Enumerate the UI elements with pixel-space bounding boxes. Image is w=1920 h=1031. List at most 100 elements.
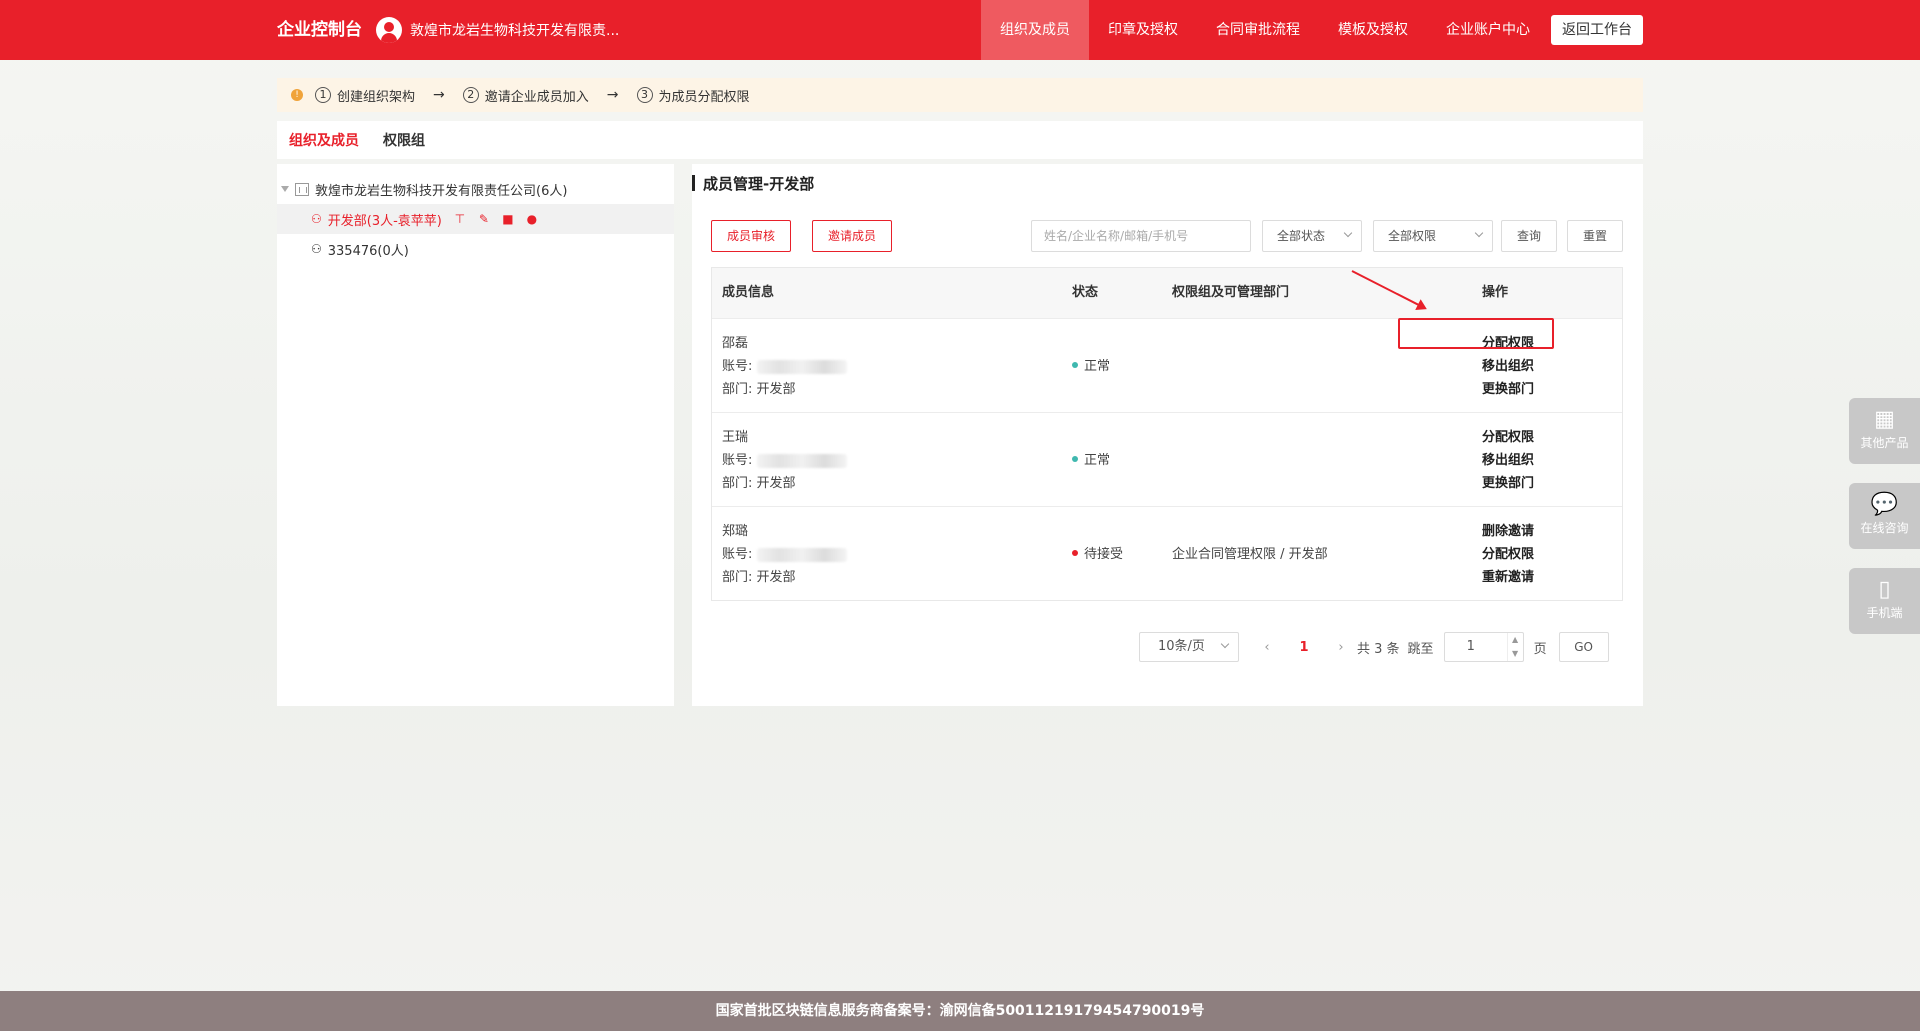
page-number-current[interactable]: 1	[1289, 640, 1319, 655]
tree-node-label: 开发部(3人-袁苹苹)	[327, 213, 442, 229]
back-to-workbench-button[interactable]: 返回工作台	[1551, 15, 1643, 45]
member-name: 王瑞	[722, 430, 749, 445]
member-dept: 部门: 开发部	[722, 566, 847, 589]
page-size-value: 10条/页	[1158, 639, 1205, 654]
col-status: 状态	[1072, 285, 1099, 300]
permission-text: 企业合同管理权限 / 开发部	[1172, 547, 1328, 562]
stepper-icon[interactable]: ▲ ▼	[1506, 633, 1523, 661]
dept-label: 部门:	[722, 570, 753, 585]
nav-account-center[interactable]: 企业账户中心	[1427, 0, 1549, 60]
float-label: 其他产品	[1860, 436, 1909, 450]
online-consult-button[interactable]: 💬 在线咨询	[1849, 483, 1920, 549]
status-select[interactable]: 全部状态	[1262, 220, 1362, 252]
tree-node-label: 335476(0人)	[327, 243, 409, 259]
user-icon[interactable]: ●	[524, 212, 540, 226]
nav-contract-approval[interactable]: 合同审批流程	[1197, 0, 1319, 60]
table-header: 成员信息 状态 权限组及可管理部门 操作	[712, 268, 1622, 318]
phone-icon: ▯	[1878, 577, 1891, 602]
query-button[interactable]: 查询	[1501, 220, 1557, 252]
redacted-account	[756, 547, 847, 562]
step-2: 2 邀请企业成员加入	[462, 86, 589, 105]
remove-from-org-link[interactable]: 移出组织	[1482, 449, 1534, 472]
chevron-down-icon	[1474, 228, 1484, 238]
permission-select-value: 全部权限	[1388, 229, 1437, 243]
tree-node-root[interactable]: 敦煌市龙岩生物科技开发有限责任公司(6人)	[277, 174, 674, 204]
main-nav: 组织及成员 印章及授权 合同审批流程 模板及授权 企业账户中心	[981, 0, 1549, 60]
dept-value: 开发部	[756, 382, 796, 397]
status-badge: 正常	[1072, 355, 1110, 374]
member-panel: 成员管理-开发部 成员审核 邀请成员 全部状态 全部权限 查询 重置 成员信息 …	[692, 164, 1643, 706]
status-dot-icon	[1072, 361, 1078, 368]
panel-title-text: 成员管理-开发部	[703, 174, 815, 193]
step-number: 3	[636, 87, 653, 103]
go-button[interactable]: GO	[1558, 632, 1609, 662]
arrow-right-icon: →	[433, 87, 445, 103]
search-input[interactable]	[1031, 220, 1251, 252]
arrow-right-icon: →	[606, 87, 619, 103]
table-row: 王瑞 账号: 部门: 开发部 正常 分配权限 移出组织 更换部门	[712, 412, 1622, 506]
member-name: 郑璐	[722, 524, 749, 539]
float-label: 在线咨询	[1860, 521, 1909, 535]
jump-page-value: 1	[1466, 639, 1475, 654]
nav-template-auth[interactable]: 模板及授权	[1319, 0, 1427, 60]
assign-permission-link[interactable]: 分配权限	[1482, 426, 1534, 449]
title-bar	[692, 175, 695, 191]
tree-node-label: 敦煌市龙岩生物科技开发有限责任公司(6人)	[315, 183, 568, 199]
reinvite-link[interactable]: 重新邀请	[1482, 566, 1534, 589]
dept-label: 部门:	[722, 382, 753, 397]
edit-icon[interactable]: ✎	[476, 212, 492, 226]
prev-page-icon[interactable]: ‹	[1257, 640, 1277, 655]
pagination: 10条/页 ‹ 1 › 共 3 条 跳至 1 ▲ ▼ 页 GO	[1139, 632, 1609, 662]
tree-node-335476[interactable]: ⚇ 335476(0人)	[277, 234, 674, 264]
redacted-account	[756, 453, 847, 468]
invite-member-button[interactable]: 邀请成员	[812, 220, 892, 252]
tab-permission-groups[interactable]: 权限组	[383, 130, 425, 150]
caret-down-icon[interactable]	[281, 186, 289, 192]
step-number: 1	[315, 87, 331, 103]
member-dept: 部门: 开发部	[722, 378, 847, 401]
member-review-button[interactable]: 成员审核	[711, 220, 791, 252]
account-label: 账号:	[722, 453, 753, 468]
company-switcher[interactable]: 敦煌市龙岩生物科技开发有限责...	[376, 17, 619, 43]
account-label: 账号:	[722, 547, 753, 562]
remove-from-org-link[interactable]: 移出组织	[1482, 355, 1534, 378]
table-row: 郑璐 账号: 部门: 开发部 待接受 企业合同管理权限 / 开发部 删除邀请 分…	[712, 506, 1622, 600]
step-1: 1 创建组织架构	[315, 86, 415, 105]
step-3: 3 为成员分配权限	[636, 86, 750, 105]
other-products-button[interactable]: ▦ 其他产品	[1849, 398, 1920, 464]
chevron-down-icon	[1343, 228, 1353, 238]
total-count: 共 3 条	[1357, 641, 1400, 657]
member-info: 郑璐 账号: 部门: 开发部	[722, 520, 847, 589]
assign-permission-link[interactable]: 分配权限	[1482, 543, 1534, 566]
status-text: 正常	[1084, 453, 1111, 468]
status-select-value: 全部状态	[1277, 229, 1326, 243]
top-header: 企业控制台 敦煌市龙岩生物科技开发有限责... 组织及成员 印章及授权 合同审批…	[0, 0, 1920, 60]
next-page-icon[interactable]: ›	[1331, 640, 1351, 655]
jump-page-input[interactable]: 1 ▲ ▼	[1443, 632, 1524, 662]
change-dept-link[interactable]: 更换部门	[1482, 472, 1534, 495]
float-label: 手机端	[1866, 606, 1903, 620]
chevron-down-icon	[1220, 639, 1230, 649]
change-dept-link[interactable]: 更换部门	[1482, 378, 1534, 401]
group-icon: ⚇	[311, 242, 322, 256]
page-size-select[interactable]: 10条/页	[1139, 632, 1239, 662]
group-icon: ⚇	[311, 212, 322, 226]
col-actions: 操作	[1482, 285, 1509, 300]
status-badge: 待接受	[1072, 543, 1123, 562]
dept-label: 部门:	[722, 476, 753, 491]
company-name: 敦煌市龙岩生物科技开发有限责...	[410, 23, 620, 39]
member-dept: 部门: 开发部	[722, 472, 847, 495]
delete-invite-link[interactable]: 删除邀请	[1482, 520, 1534, 543]
mobile-button[interactable]: ▯ 手机端	[1849, 568, 1920, 634]
status-dot-icon	[1072, 549, 1078, 556]
tree-node-dev-dept[interactable]: ⚇ 开发部(3人-袁苹苹) ⊤ ✎ ■ ●	[277, 204, 674, 234]
add-subdept-icon[interactable]: ⊤	[452, 212, 468, 226]
reset-button[interactable]: 重置	[1567, 220, 1623, 252]
delete-icon[interactable]: ■	[500, 212, 516, 226]
tab-org-members[interactable]: 组织及成员	[289, 130, 359, 150]
permission-select[interactable]: 全部权限	[1373, 220, 1493, 252]
nav-seal-auth[interactable]: 印章及授权	[1089, 0, 1197, 60]
status-badge: 正常	[1072, 449, 1110, 468]
dept-value: 开发部	[756, 476, 796, 491]
nav-org-members[interactable]: 组织及成员	[981, 0, 1089, 60]
